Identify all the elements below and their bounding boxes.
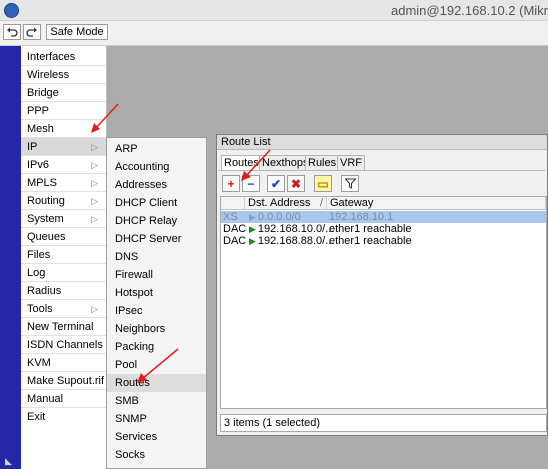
menu-item-wireless[interactable]: Wireless xyxy=(21,66,106,84)
menu-item-interfaces[interactable]: Interfaces xyxy=(21,48,106,66)
tab-rules[interactable]: Rules xyxy=(305,155,340,171)
tab-divider xyxy=(219,170,545,171)
submenu-item-accounting[interactable]: Accounting xyxy=(107,158,206,176)
submenu-item-dhcp-server[interactable]: DHCP Server xyxy=(107,230,206,248)
route-dst: ▶ 192.168.10.0/... xyxy=(249,223,335,235)
undo-button[interactable] xyxy=(3,24,21,40)
menu-item-ip[interactable]: IP ▷ xyxy=(21,138,106,156)
submenu-item-hotspot[interactable]: Hotspot xyxy=(107,284,206,302)
window-titlebar: admin@192.168.10.2 (Mikr xyxy=(0,0,548,21)
menu-item-bridge[interactable]: Bridge xyxy=(21,84,106,102)
table-row[interactable]: DAC ▶ 192.168.10.0/... ether1 reachable xyxy=(221,223,546,235)
filter-icon xyxy=(344,178,356,189)
comment-icon: ▭ xyxy=(317,176,329,191)
column-header-dst-address[interactable]: Dst. Address / xyxy=(245,197,327,210)
tab-nexthops[interactable]: Nexthops xyxy=(259,155,312,171)
submenu-item-snmp[interactable]: SNMP xyxy=(107,410,206,428)
submenu-item-services[interactable]: Services xyxy=(107,428,206,446)
comment-button[interactable]: ▭ xyxy=(314,175,332,192)
submenu-item-routes[interactable]: Routes xyxy=(107,374,206,392)
route-flags: DAC xyxy=(223,235,247,247)
submenu-arrow-icon: ▷ xyxy=(91,196,98,206)
route-table: Dst. Address / Gateway XS ▶ 0.0.0.0/0 192… xyxy=(220,196,547,409)
table-row[interactable]: DAC ▶ 192.168.88.0/... ether1 reachable xyxy=(221,235,546,247)
submenu-item-addresses[interactable]: Addresses xyxy=(107,176,206,194)
submenu-item-pool[interactable]: Pool xyxy=(107,356,206,374)
menu-item-system[interactable]: System ▷ xyxy=(21,210,106,228)
submenu-item-ipsec[interactable]: IPsec xyxy=(107,302,206,320)
submenu-item-firewall[interactable]: Firewall xyxy=(107,266,206,284)
submenu-item-neighbors[interactable]: Neighbors xyxy=(107,320,206,338)
menu-item-radius[interactable]: Radius xyxy=(21,282,106,300)
menu-item-queues[interactable]: Queues xyxy=(21,228,106,246)
menu-item-files[interactable]: Files xyxy=(21,246,106,264)
submenu-arrow-icon: ▷ xyxy=(91,304,98,314)
submenu-item-dhcp-client[interactable]: DHCP Client xyxy=(107,194,206,212)
submenu-arrow-icon: ▷ xyxy=(91,142,98,152)
ip-submenu: ARP Accounting Addresses DHCP Client DHC… xyxy=(106,137,207,469)
submenu-item-dns[interactable]: DNS xyxy=(107,248,206,266)
check-icon: ✔ xyxy=(270,176,282,191)
route-flag-icon: ▶ xyxy=(249,212,256,222)
route-flags: XS xyxy=(223,211,238,223)
main-menu: Interfaces Wireless Bridge PPP Mesh IP ▷ … xyxy=(21,46,107,469)
menu-item-isdn-channels[interactable]: ISDN Channels xyxy=(21,336,106,354)
menu-item-routing[interactable]: Routing ▷ xyxy=(21,192,106,210)
add-route-button[interactable]: + xyxy=(222,175,240,192)
menu-item-exit[interactable]: Exit xyxy=(21,408,106,426)
menu-item-kvm[interactable]: KVM xyxy=(21,354,106,372)
tab-vrf[interactable]: VRF xyxy=(337,155,365,171)
route-dst: ▶ 0.0.0.0/0 xyxy=(249,211,301,223)
submenu-item-smb[interactable]: SMB xyxy=(107,392,206,410)
route-dst: ▶ 192.168.88.0/... xyxy=(249,235,335,247)
route-gateway: ether1 reachable xyxy=(329,223,412,235)
winbox-app-icon xyxy=(4,3,19,18)
sort-indicator: / xyxy=(319,197,323,209)
enable-route-button[interactable]: ✔ xyxy=(267,175,285,192)
menu-item-log[interactable]: Log xyxy=(21,264,106,282)
expand-arrow-icon[interactable]: ◣ xyxy=(5,456,12,467)
submenu-arrow-icon: ▷ xyxy=(91,160,98,170)
route-list-title[interactable]: Route List xyxy=(217,135,547,150)
column-header-gateway[interactable]: Gateway xyxy=(327,197,546,210)
remove-route-button[interactable]: − xyxy=(242,175,260,192)
plus-icon: + xyxy=(227,176,235,191)
redo-icon xyxy=(26,27,37,37)
menu-item-make-supout[interactable]: Make Supout.rif xyxy=(21,372,106,390)
submenu-arrow-icon: ▷ xyxy=(91,178,98,188)
route-gateway: ether1 reachable xyxy=(329,235,412,247)
minus-icon: − xyxy=(247,176,255,191)
winbox-side-bar: ◣ xyxy=(0,46,21,469)
table-row[interactable]: XS ▶ 0.0.0.0/0 192.168.10.1 xyxy=(221,211,546,223)
route-list-window: Route List Routes Nexthops Rules VRF + −… xyxy=(216,134,548,436)
status-bar: 3 items (1 selected) xyxy=(220,414,547,432)
submenu-item-dhcp-relay[interactable]: DHCP Relay xyxy=(107,212,206,230)
menu-item-mesh[interactable]: Mesh xyxy=(21,120,106,138)
submenu-item-socks[interactable]: Socks xyxy=(107,446,206,464)
main-toolbar: Safe Mode xyxy=(0,21,548,46)
safe-mode-button[interactable]: Safe Mode xyxy=(46,24,108,40)
disable-route-button[interactable]: ✖ xyxy=(287,175,305,192)
submenu-arrow-icon: ▷ xyxy=(91,214,98,224)
x-icon: ✖ xyxy=(290,176,302,191)
submenu-item-arp[interactable]: ARP xyxy=(107,140,206,158)
route-gateway: 192.168.10.1 xyxy=(329,211,394,223)
menu-item-new-terminal[interactable]: New Terminal xyxy=(21,318,106,336)
menu-item-tools[interactable]: Tools ▷ xyxy=(21,300,106,318)
route-flag-icon: ▶ xyxy=(249,224,256,234)
window-title: admin@192.168.10.2 (Mikr xyxy=(391,3,548,18)
tab-routes[interactable]: Routes xyxy=(221,155,262,171)
column-header-flags[interactable] xyxy=(221,197,245,210)
filter-button[interactable] xyxy=(341,175,359,192)
menu-item-ppp[interactable]: PPP xyxy=(21,102,106,120)
redo-button[interactable] xyxy=(23,24,41,40)
undo-icon xyxy=(7,27,18,37)
menu-item-ipv6[interactable]: IPv6 ▷ xyxy=(21,156,106,174)
submenu-item-packing[interactable]: Packing xyxy=(107,338,206,356)
menu-item-mpls[interactable]: MPLS ▷ xyxy=(21,174,106,192)
route-flag-icon: ▶ xyxy=(249,236,256,246)
route-flags: DAC xyxy=(223,223,247,235)
menu-item-manual[interactable]: Manual xyxy=(21,390,106,408)
